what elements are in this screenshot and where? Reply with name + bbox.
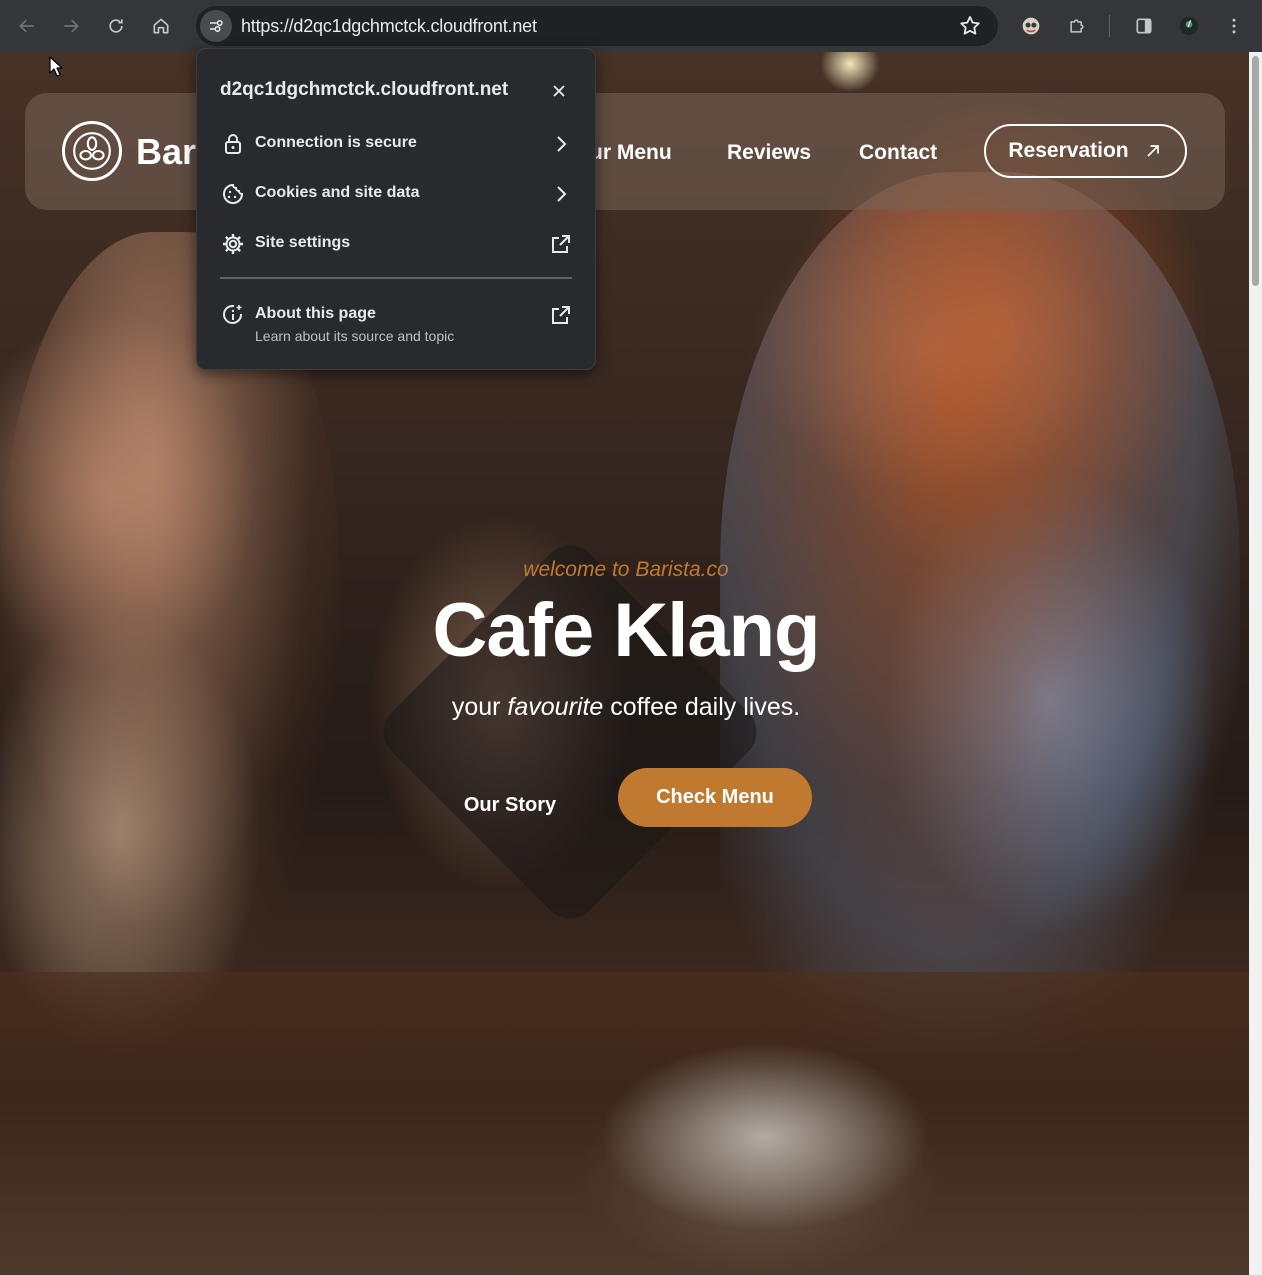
check-menu-button[interactable]: Check Menu: [618, 768, 812, 827]
popup-item-label: Cookies and site data: [255, 184, 420, 201]
reload-button[interactable]: [99, 9, 133, 43]
extensions-button[interactable]: [1060, 9, 1094, 43]
popup-item-label: Connection is secure: [255, 134, 417, 151]
side-panel-icon: [1136, 18, 1152, 34]
popup-item-sublabel: Learn about its source and topic: [255, 328, 455, 344]
cookie-icon: [223, 183, 244, 204]
chevron-right-icon: [557, 186, 567, 202]
site-info-popup: d2qc1dgchmctck.cloudfront.net Connection…: [196, 48, 596, 370]
profile-avatar-icon: [1179, 16, 1199, 36]
forward-button[interactable]: [54, 9, 88, 43]
toolbar-divider: [1109, 15, 1110, 37]
open-external-icon: [552, 306, 570, 324]
coffee-beans-logo-icon[interactable]: [62, 121, 122, 181]
home-button[interactable]: [144, 9, 178, 43]
site-info-icon: [210, 20, 223, 32]
address-bar[interactable]: https://d2qc1dgchmctck.cloudfront.net: [196, 6, 998, 46]
popup-divider: [220, 277, 572, 279]
reservation-label: Reservation: [1008, 139, 1129, 162]
popup-item-connection[interactable]: Connection is secure: [197, 119, 595, 169]
nav-link-contact[interactable]: Contact: [859, 141, 937, 165]
nav-link-menu[interactable]: ur Menu: [590, 141, 672, 165]
back-button[interactable]: [10, 9, 44, 43]
extension-avatar-icon: [1022, 17, 1040, 35]
side-panel-button[interactable]: [1127, 9, 1161, 43]
open-external-icon: [552, 235, 570, 253]
popup-item-about-page[interactable]: About this page Learn about its source a…: [197, 290, 595, 350]
extension-button[interactable]: [1014, 9, 1048, 43]
hero-subtitle-pre: your: [451, 693, 501, 721]
site-logo-text[interactable]: Bar: [136, 131, 196, 173]
popup-domain: d2qc1dgchmctck.cloudfront.net: [220, 79, 509, 100]
popup-item-label: About this page: [255, 305, 376, 322]
chevron-right-icon: [557, 136, 567, 152]
nav-link-reviews[interactable]: Reviews: [727, 141, 811, 165]
reload-icon: [109, 19, 123, 33]
scrollbar-thumb[interactable]: [1252, 56, 1259, 286]
url-text[interactable]: https://d2qc1dgchmctck.cloudfront.net: [241, 16, 537, 37]
mouse-cursor-icon: [49, 56, 63, 77]
popup-item-label: Site settings: [255, 234, 351, 251]
close-button[interactable]: [547, 79, 571, 103]
bookmark-star-icon[interactable]: [958, 14, 982, 38]
back-icon: [19, 19, 34, 33]
more-menu-icon: [1232, 18, 1236, 34]
more-menu-button[interactable]: [1217, 9, 1251, 43]
hero-subtitle-post: coffee daily lives.: [610, 693, 801, 721]
our-story-button[interactable]: Our Story: [440, 788, 580, 822]
gear-icon: [223, 234, 243, 254]
lock-icon: [225, 134, 241, 154]
hero-welcome-text: welcome to Barista.co: [523, 558, 729, 581]
home-icon: [153, 18, 169, 34]
extensions-puzzle-icon: [1070, 19, 1084, 33]
forward-icon: [64, 19, 79, 33]
popup-item-cookies[interactable]: Cookies and site data: [197, 169, 595, 219]
hero-subtitle: your favourite coffee daily lives.: [350, 693, 902, 722]
profile-button[interactable]: [1172, 9, 1206, 43]
reservation-button[interactable]: Reservation: [984, 124, 1187, 178]
page-viewport: Bar ur Menu Reviews Contact Reservation …: [0, 52, 1249, 1275]
hero-subtitle-em: favourite: [507, 693, 604, 721]
info-sparkle-icon: [223, 305, 243, 324]
page-scrollbar[interactable]: [1249, 52, 1262, 1275]
close-icon: [553, 85, 565, 97]
browser-toolbar: https://d2qc1dgchmctck.cloudfront.net: [0, 0, 1262, 52]
arrow-up-right-icon: [1147, 145, 1159, 157]
hero-title: Cafe Klang: [432, 588, 821, 673]
site-info-button[interactable]: [200, 10, 232, 42]
popup-item-site-settings[interactable]: Site settings: [197, 219, 595, 269]
